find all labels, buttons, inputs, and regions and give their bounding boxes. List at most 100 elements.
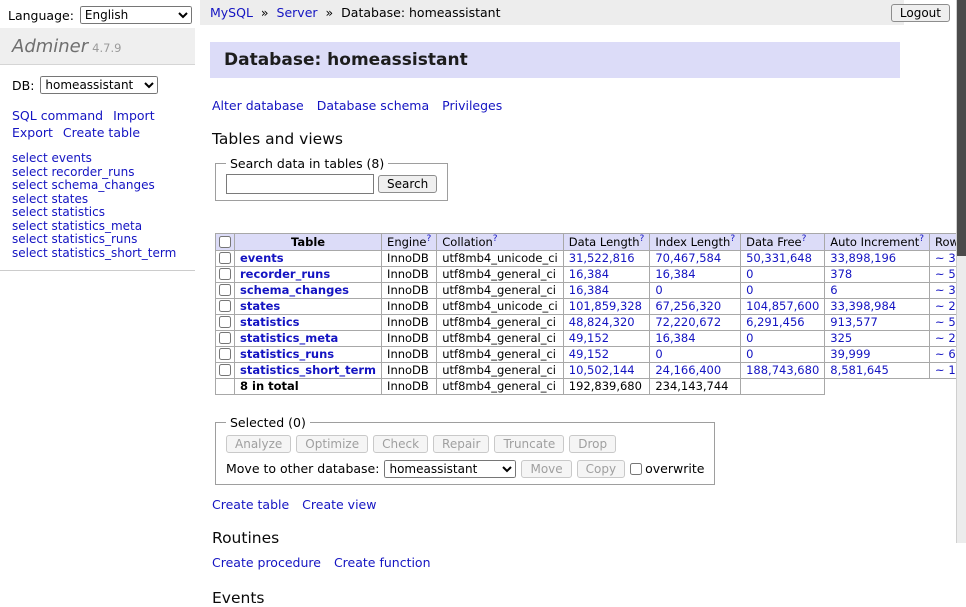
row-checkbox[interactable]	[219, 284, 231, 296]
bulk-actions-row: AnalyzeOptimizeCheckRepairTruncateDrop	[226, 435, 704, 453]
auto-increment-value[interactable]: 913,577	[825, 314, 930, 330]
data-length-value[interactable]: 49,152	[563, 346, 650, 362]
table-name-link[interactable]: statistics	[240, 315, 300, 329]
data-free-value[interactable]: 188,743,680	[741, 362, 825, 378]
index-length-value[interactable]: 16,384	[650, 266, 741, 282]
row-checkbox-cell	[216, 282, 235, 298]
data-free-value[interactable]: 0	[741, 266, 825, 282]
index-length-value[interactable]: 0	[650, 346, 741, 362]
help-link[interactable]: ?	[730, 234, 735, 244]
subnav-link[interactable]: Privileges	[442, 98, 502, 113]
data-free-value[interactable]: 6,291,456	[741, 314, 825, 330]
data-length-value[interactable]: 16,384	[563, 282, 650, 298]
table-name-link[interactable]: statistics_short_term	[240, 363, 376, 377]
data-free-value[interactable]: 0	[741, 346, 825, 362]
help-link[interactable]: ?	[426, 234, 431, 244]
row-checkbox[interactable]	[219, 364, 231, 376]
logout-button[interactable]: Logout	[891, 4, 950, 22]
auto-increment-value[interactable]: 8,581,645	[825, 362, 930, 378]
total-data-length: 192,839,680	[563, 378, 650, 394]
row-checkbox[interactable]	[219, 268, 231, 280]
adminer-version: 4.7.9	[92, 41, 121, 55]
row-checkbox[interactable]	[219, 348, 231, 360]
language-label: Language:	[8, 8, 74, 23]
auto-increment-value[interactable]: 378	[825, 266, 930, 282]
help-link[interactable]: ?	[919, 234, 924, 244]
routine-create-link[interactable]: Create procedure	[212, 555, 321, 570]
auto-increment-value[interactable]: 325	[825, 330, 930, 346]
table-row: statistics_short_term InnoDB utf8mb4_gen…	[216, 362, 966, 378]
engine-cell: InnoDB	[382, 282, 437, 298]
routine-create-link[interactable]: Create function	[334, 555, 431, 570]
data-length-value[interactable]: 31,522,816	[563, 250, 650, 266]
index-length-value[interactable]: 72,220,672	[650, 314, 741, 330]
sidebar-table-link[interactable]: select statistics	[12, 206, 183, 220]
table-name-link[interactable]: schema_changes	[240, 283, 349, 297]
row-checkbox[interactable]	[219, 252, 231, 264]
sidebar: Adminer4.7.9 DB: homeassistant SQL comma…	[0, 28, 195, 271]
table-name-link[interactable]: states	[240, 299, 280, 313]
breadcrumb-link-server[interactable]: Server	[277, 5, 318, 20]
select-all-checkbox[interactable]	[219, 236, 231, 248]
index-length-value[interactable]: 24,166,400	[650, 362, 741, 378]
table-name-link[interactable]: statistics_runs	[240, 347, 334, 361]
index-length-value[interactable]: 0	[650, 282, 741, 298]
data-free-value[interactable]: 104,857,600	[741, 298, 825, 314]
sidebar-action-link[interactable]: Import	[113, 108, 155, 123]
create-link[interactable]: Create view	[302, 497, 376, 512]
sidebar-table-link[interactable]: select states	[12, 193, 183, 207]
data-length-value[interactable]: 10,502,144	[563, 362, 650, 378]
sidebar-action-link[interactable]: SQL command	[12, 108, 103, 123]
collation-cell: utf8mb4_general_ci	[437, 266, 564, 282]
sidebar-table-link[interactable]: select statistics_short_term	[12, 247, 183, 261]
breadcrumb-link-mysql[interactable]: MySQL	[210, 5, 253, 20]
scrollbar-thumb[interactable]	[957, 0, 966, 256]
db-select[interactable]: homeassistant	[40, 76, 158, 94]
table-name-link[interactable]: statistics_meta	[240, 331, 338, 345]
table-row: events InnoDB utf8mb4_unicode_ci 31,522,…	[216, 250, 966, 266]
data-free-value[interactable]: 0	[741, 282, 825, 298]
table-name-link[interactable]: recorder_runs	[240, 267, 330, 281]
subnav-link[interactable]: Database schema	[317, 98, 429, 113]
help-link[interactable]: ?	[802, 234, 807, 244]
sidebar-table-link[interactable]: select schema_changes	[12, 179, 183, 193]
overwrite-checkbox[interactable]	[630, 463, 642, 475]
data-length-value[interactable]: 49,152	[563, 330, 650, 346]
index-length-value[interactable]: 70,467,584	[650, 250, 741, 266]
auto-increment-value[interactable]: 39,999	[825, 346, 930, 362]
help-link[interactable]: ?	[493, 234, 498, 244]
row-checkbox[interactable]	[219, 332, 231, 344]
create-link[interactable]: Create table	[212, 497, 289, 512]
index-length-value[interactable]: 67,256,320	[650, 298, 741, 314]
data-length-value[interactable]: 48,824,320	[563, 314, 650, 330]
row-checkbox[interactable]	[219, 316, 231, 328]
data-free-value[interactable]: 50,331,648	[741, 250, 825, 266]
sidebar-table-link[interactable]: select statistics_meta	[12, 220, 183, 234]
total-index-length: 234,143,744	[650, 378, 741, 394]
help-link[interactable]: ?	[640, 234, 645, 244]
table-name-link[interactable]: events	[240, 251, 284, 265]
data-free-value[interactable]: 0	[741, 330, 825, 346]
sidebar-table-link[interactable]: select recorder_runs	[12, 166, 183, 180]
language-select[interactable]: English	[80, 6, 192, 24]
scrollbar[interactable]	[956, 0, 966, 543]
move-db-select[interactable]: homeassistant	[384, 460, 516, 478]
data-length-value[interactable]: 101,859,328	[563, 298, 650, 314]
data-length-value[interactable]: 16,384	[563, 266, 650, 282]
row-checkbox-cell	[216, 330, 235, 346]
sidebar-table-link[interactable]: select events	[12, 152, 183, 166]
auto-increment-value[interactable]: 6	[825, 282, 930, 298]
sidebar-action-link[interactable]: Create table	[63, 125, 140, 140]
auto-increment-value[interactable]: 33,398,984	[825, 298, 930, 314]
table-total-row: 8 in total InnoDB utf8mb4_general_ci 192…	[216, 378, 966, 394]
subnav-link[interactable]: Alter database	[212, 98, 304, 113]
row-checkbox[interactable]	[219, 300, 231, 312]
sidebar-table-link[interactable]: select statistics_runs	[12, 233, 183, 247]
search-input[interactable]	[226, 174, 374, 194]
copy-button: Copy	[577, 460, 625, 478]
table-name-cell: schema_changes	[235, 282, 382, 298]
auto-increment-value[interactable]: 33,898,196	[825, 250, 930, 266]
search-button[interactable]: Search	[378, 175, 437, 193]
sidebar-action-link[interactable]: Export	[12, 125, 53, 140]
index-length-value[interactable]: 16,384	[650, 330, 741, 346]
